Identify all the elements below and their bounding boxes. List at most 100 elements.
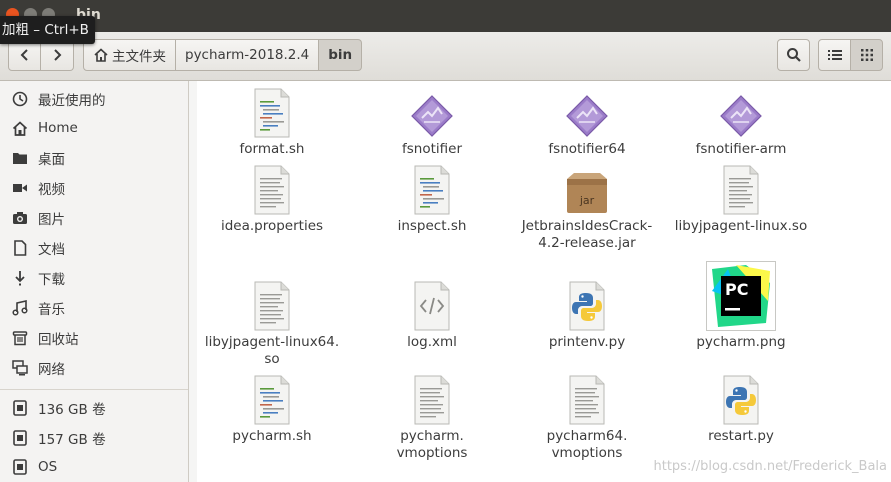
search-icon [786,48,801,62]
desktop-folder-icon [11,149,29,167]
home-icon [94,48,108,62]
file-name: libyjpagent-linux.so [674,218,808,234]
sidebar-item-label: 音乐 [38,302,65,318]
drive-icon [11,458,29,476]
list-view-icon [827,50,842,60]
breadcrumb: 主文件夹 pycharm-2018.2.4 bin [83,39,363,71]
file-item-fsnotifier-arm[interactable]: fsnotifier-arm [666,86,816,158]
text-file-icon [252,165,292,215]
file-name: format.sh [239,141,305,157]
recent-icon [11,90,29,108]
sidebar-divider [0,389,188,390]
file-name: libyjpagent-linux64. so [204,334,340,367]
sidebar-item-volume-157gb[interactable]: 157 GB 卷 [0,424,188,452]
sidebar-item-downloads[interactable]: 下载 [0,264,188,292]
file-item-pycharm-sh[interactable]: pycharm.sh [197,373,347,445]
file-item-libyjpagent-linux64-so[interactable]: libyjpagent-linux64. so [192,279,352,368]
executable-icon [565,94,609,138]
pycharm-logo-text: PC [725,280,748,299]
file-item-pycharm-vmoptions[interactable]: pycharm. vmoptions [357,373,507,462]
file-item-printenv-py[interactable]: printenv.py [512,279,662,351]
file-item-inspect-sh[interactable]: inspect.sh [357,163,507,235]
file-name: inspect.sh [397,218,467,234]
file-name: fsnotifier64 [548,141,626,157]
script-icon [252,375,292,425]
file-item-libyjpagent-linux-so[interactable]: libyjpagent-linux.so [661,163,821,235]
file-name: pycharm.sh [232,428,312,444]
sidebar-item-label: 视频 [38,182,65,198]
grid-view-icon [860,49,873,61]
search-button[interactable] [777,39,810,71]
sidebar-item-music[interactable]: 音乐 [0,294,188,322]
drive-icon [11,429,29,447]
breadcrumb-home[interactable]: 主文件夹 [83,39,176,71]
file-item-jetbrains-crack-jar[interactable]: jar JetbrainsIdesCrack- 4.2-release.jar [512,163,662,252]
sidebar-item-pictures[interactable]: 图片 [0,204,188,232]
jar-icon: jar [567,173,607,213]
sidebar-item-home[interactable]: Home [0,114,188,142]
chevron-right-icon [54,49,62,61]
script-icon [252,88,292,138]
title-bar: bin [0,0,891,32]
text-file-icon [252,281,292,331]
chevron-left-icon [20,49,28,61]
text-file-icon [721,165,761,215]
breadcrumb-label: pycharm-2018.2.4 [185,47,310,63]
file-name: restart.py [708,428,774,444]
sidebar-item-volume-136gb[interactable]: 136 GB 卷 [0,394,188,422]
file-name: pycharm. vmoptions [396,428,468,461]
sidebar-item-os[interactable]: OS [0,453,188,481]
file-name: JetbrainsIdesCrack- 4.2-release.jar [521,218,653,251]
file-view: format.sh fsnotifier fsnotifier64 fsnoti… [197,81,891,482]
toolbar: 主文件夹 pycharm-2018.2.4 bin [0,32,891,81]
file-item-pycharm64-vmoptions[interactable]: pycharm64. vmoptions [512,373,662,462]
file-name: pycharm.png [696,334,786,350]
file-name: fsnotifier-arm [695,141,787,157]
script-icon [412,165,452,215]
file-item-fsnotifier[interactable]: fsnotifier [357,86,507,158]
sidebar-item-label: 下载 [38,272,65,288]
pycharm-logo-icon: PC [706,261,776,331]
executable-icon [410,94,454,138]
file-item-fsnotifier64[interactable]: fsnotifier64 [512,86,662,158]
video-icon [11,179,29,197]
download-icon [11,269,29,287]
breadcrumb-pycharm[interactable]: pycharm-2018.2.4 [176,39,320,71]
document-icon [11,239,29,257]
text-file-icon [412,375,452,425]
grid-view-button[interactable] [850,39,883,71]
sidebar-item-label: 文档 [38,242,65,258]
drive-icon [11,399,29,417]
sidebar-item-label: 最近使用的 [38,93,106,109]
sidebar-item-videos[interactable]: 视频 [0,174,188,202]
file-name: printenv.py [548,334,626,350]
file-item-log-xml[interactable]: log.xml [357,279,507,351]
sidebar-item-recent[interactable]: 最近使用的 [0,85,188,113]
file-name: pycharm64. vmoptions [546,428,628,461]
sidebar-item-label: 157 GB 卷 [38,432,106,448]
home-icon [11,119,29,137]
list-view-button[interactable] [818,39,851,71]
sidebar-item-label: 回收站 [38,332,79,348]
sidebar-item-documents[interactable]: 文档 [0,234,188,262]
xml-icon [412,281,452,331]
sidebar-item-label: OS [38,459,58,475]
jar-icon-label: jar [579,194,595,207]
sidebar-item-label: 136 GB 卷 [38,402,106,418]
executable-icon [719,94,763,138]
sidebar-item-network[interactable]: 网络 [0,354,188,382]
breadcrumb-bin[interactable]: bin [319,39,363,71]
sidebar-item-label: 网络 [38,362,65,378]
sidebar-item-trash[interactable]: 回收站 [0,324,188,352]
breadcrumb-label: 主文件夹 [112,49,166,65]
sidebar-item-label: 桌面 [38,152,65,168]
breadcrumb-label: bin [328,47,353,63]
file-item-restart-py[interactable]: restart.py [666,373,816,445]
sidebar-item-desktop[interactable]: 桌面 [0,144,188,172]
file-item-pycharm-png[interactable]: PC pycharm.png [666,257,816,351]
python-icon [721,375,761,425]
file-item-format-sh[interactable]: format.sh [197,86,347,158]
text-file-icon [567,375,607,425]
file-item-idea-properties[interactable]: idea.properties [197,163,347,235]
sidebar-item-label: 图片 [38,212,65,228]
